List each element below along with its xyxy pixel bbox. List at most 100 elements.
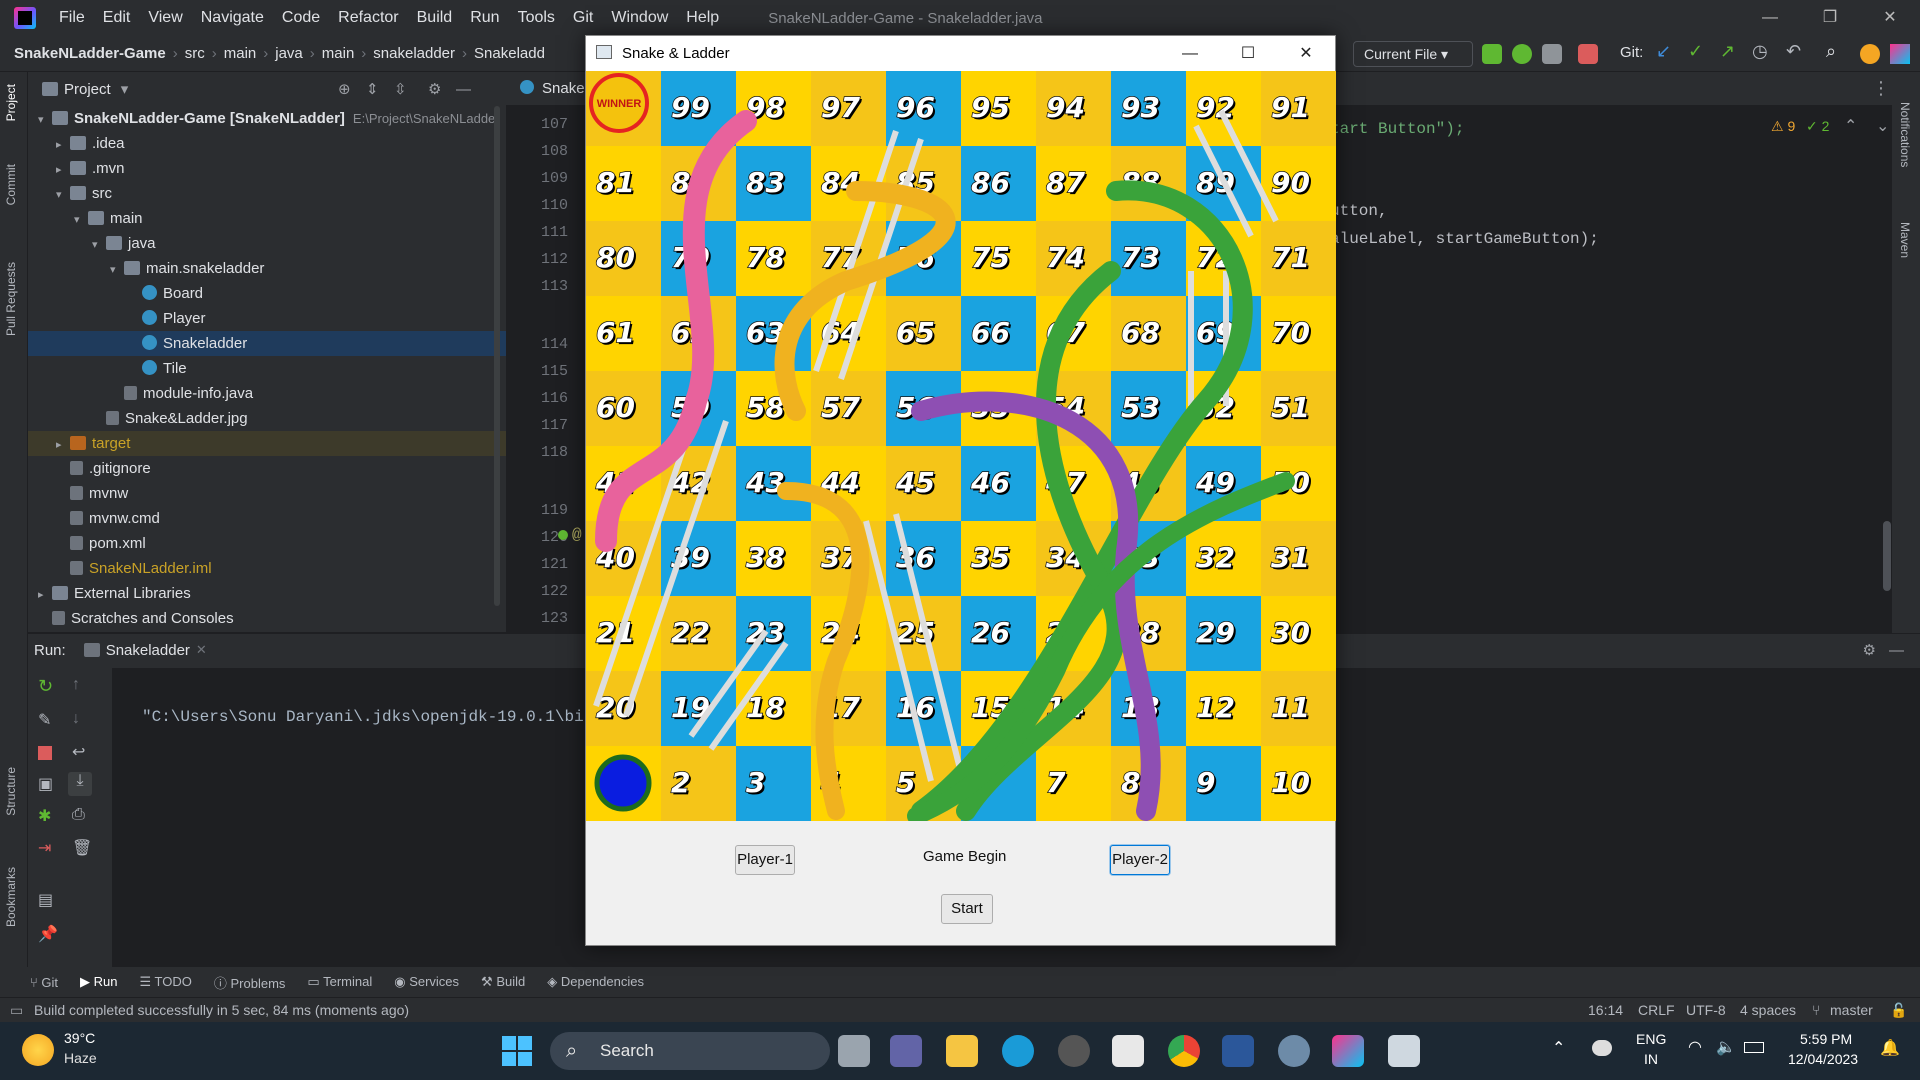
tool-tab-dependencies[interactable]: ◈ Dependencies [547,974,644,990]
chevron-icon[interactable]: ▸ [38,583,52,608]
tree-item[interactable]: module-info.java [28,381,506,406]
expand-all-icon[interactable]: ⇕ [366,80,379,98]
debug-icon[interactable] [1512,44,1532,64]
tree-item[interactable]: Scratches and Consoles [28,606,506,631]
language-primary[interactable]: ENG [1636,1031,1666,1047]
tool-tab-terminal[interactable]: ▭ Terminal [307,974,372,990]
structure-tool-tab[interactable]: Structure [4,767,18,816]
menu-code[interactable]: Code [273,0,329,36]
file-encoding[interactable]: UTF-8 [1686,998,1726,1022]
volume-icon[interactable]: 🔈 [1716,1037,1736,1057]
pull-requests-tool-tab[interactable]: Pull Requests [4,262,18,336]
tool-tab-git[interactable]: ⑂ Git [30,975,58,990]
menu-git[interactable]: Git [564,0,602,36]
wifi-icon[interactable]: ◠ [1688,1037,1702,1057]
taskbar-search[interactable]: ⌕ Search [550,1032,830,1070]
weak-warning-count[interactable]: ✓ 2 [1806,118,1829,135]
layout-icon[interactable]: ▤ [38,890,53,910]
rerun-icon[interactable]: ↻ [38,676,53,697]
run-tab-label[interactable]: Snakeladder [106,642,190,659]
tool-tab-services[interactable]: ◉ Services [394,974,459,990]
project-tool-tab[interactable]: Project [4,84,18,121]
onedrive-icon[interactable] [1592,1040,1612,1056]
lock-icon[interactable]: 🔓 [1890,998,1907,1022]
more-options-icon[interactable]: ⋮ [1872,78,1890,99]
settings-icon[interactable] [1278,1035,1310,1067]
trash-icon[interactable]: 🗑 [72,838,92,858]
tool-tab-build[interactable]: ⚒ Build [481,974,525,990]
tool-tab-problems[interactable]: ⓘ Problems [214,973,286,992]
pin-icon[interactable]: 📌 [38,924,58,944]
project-scrollbar[interactable] [494,106,500,606]
clock-time[interactable]: 5:59 PM [1800,1031,1852,1047]
word-icon[interactable] [1222,1035,1254,1067]
chevron-icon[interactable]: ▾ [38,108,52,133]
exit-icon[interactable]: ⇥ [38,838,51,858]
tree-item[interactable]: ▾ src [28,181,506,206]
search-icon[interactable]: ⌕ [1826,41,1836,62]
status-toggle-icon[interactable]: ▭ [10,998,23,1022]
update-icon[interactable] [1860,44,1880,64]
wrench-icon[interactable]: ✎ [38,710,51,730]
tree-item[interactable]: ▾ java [28,231,506,256]
show-hidden-icons[interactable]: ⌃ [1552,1038,1565,1058]
tree-item[interactable]: .gitignore [28,456,506,481]
player2-button[interactable]: Player-2 [1110,845,1170,875]
tree-item[interactable]: Snakeladder [28,331,506,356]
gear-icon[interactable]: ⚙ [428,80,441,98]
git-push-icon[interactable]: ↗ [1720,41,1735,62]
tree-item[interactable]: ▸ target [28,431,506,456]
close-icon[interactable]: ✕ [1277,36,1335,71]
history-icon[interactable]: ◷ [1752,41,1768,62]
git-update-icon[interactable]: ↙ [1656,41,1671,62]
project-panel-title[interactable]: Project [64,81,111,98]
maven-tool-tab[interactable]: Maven [1898,222,1912,258]
clock-date[interactable]: 12/04/2023 [1788,1051,1858,1067]
status-message[interactable]: Build completed successfully in 5 sec, 8… [34,998,409,1022]
tree-item[interactable]: Board [28,281,506,306]
battery-icon[interactable] [1744,1042,1764,1053]
chevron-icon[interactable]: ▾ [74,208,88,233]
camera-icon[interactable]: ▣ [38,774,53,794]
tree-item[interactable]: ▾ main [28,206,506,231]
editor-scrollbar[interactable] [1883,521,1891,591]
edge-icon[interactable] [1002,1035,1034,1067]
chevron-icon[interactable]: ▾ [92,233,106,258]
indent-setting[interactable]: 4 spaces [1740,998,1796,1022]
previous-highlight-icon[interactable]: ⌃ [1844,116,1857,136]
gear-icon[interactable]: ⚙ [1863,641,1876,659]
tree-item[interactable]: mvnw [28,481,506,506]
tree-item[interactable]: pom.xml [28,531,506,556]
up-icon[interactable]: ↑ [72,676,80,694]
store-icon[interactable] [1112,1035,1144,1067]
caret-position[interactable]: 16:14 [1588,998,1623,1022]
git-branch[interactable]: master [1830,998,1873,1022]
debug-icon[interactable]: ✱ [38,806,51,826]
collapse-all-icon[interactable]: ⇳ [394,80,407,98]
intellij-taskbar-icon[interactable] [1332,1035,1364,1067]
minimize-icon[interactable]: — [1740,0,1800,36]
menu-navigate[interactable]: Navigate [192,0,273,36]
tree-item[interactable]: SnakeNLadder.iml [28,556,506,581]
tree-item[interactable]: Tile [28,356,506,381]
chevron-icon[interactable]: ▾ [110,258,124,283]
menu-window[interactable]: Window [602,0,677,36]
close-icon[interactable]: ✕ [1860,0,1920,36]
notifications-tool-tab[interactable]: Notifications [1898,102,1912,167]
warning-count[interactable]: ⚠ 9 [1771,118,1795,135]
print-icon[interactable]: ⎙ [72,806,85,824]
start-button[interactable]: Start [941,894,993,924]
breadcrumb-java[interactable]: java [271,45,307,62]
rerun-icon[interactable] [1482,44,1502,64]
hide-panel-icon[interactable]: — [1889,642,1904,659]
java-app-taskbar-icon[interactable] [1388,1035,1420,1067]
player1-button[interactable]: Player-1 [735,845,795,875]
minimize-icon[interactable]: — [1161,36,1219,71]
weather-icon[interactable] [22,1034,54,1066]
tree-item[interactable]: ▸ .mvn [28,156,506,181]
breadcrumb-main-package[interactable]: main [318,45,359,62]
plugin-icon[interactable] [1890,44,1910,64]
weather-desc[interactable]: Haze [64,1050,97,1066]
tree-item[interactable]: ▾ SnakeNLadder-Game [SnakeNLadder] E:\Proj… [28,106,506,131]
stop-icon[interactable] [38,746,52,760]
